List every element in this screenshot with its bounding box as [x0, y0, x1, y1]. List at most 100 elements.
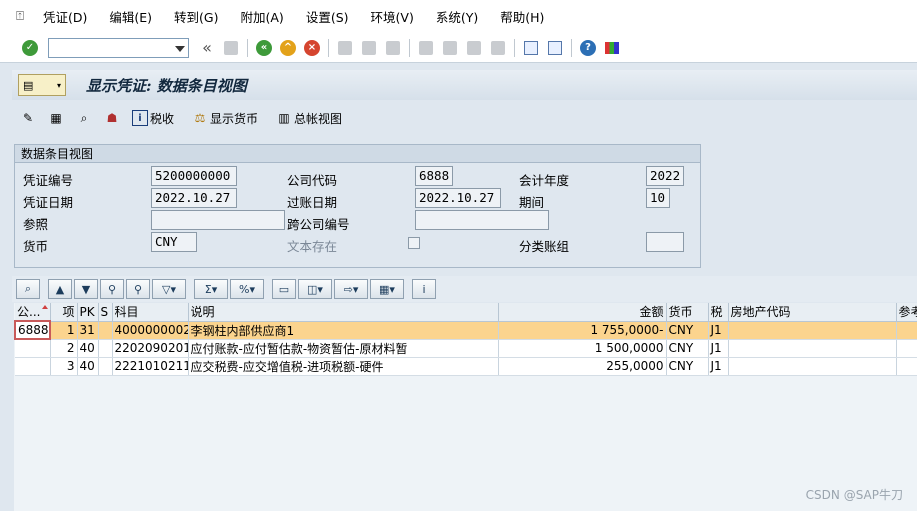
menu-edit[interactable]: 编辑(E)	[98, 7, 163, 26]
hat-button[interactable]: ☗	[104, 110, 122, 126]
chevron-down-icon[interactable]	[175, 45, 185, 52]
doc-no-field[interactable]: 5200000000	[151, 166, 237, 186]
cell-amount[interactable]: 1 755,0000-	[498, 321, 667, 340]
cell-tax[interactable]: J1	[708, 321, 729, 340]
find-icon[interactable]	[359, 38, 379, 58]
shortcut-icon[interactable]	[545, 38, 565, 58]
cell-account[interactable]: 4000000002	[112, 321, 189, 340]
col-description[interactable]: 说明	[188, 303, 499, 322]
cell-amount[interactable]: 1 500,0000	[498, 339, 667, 358]
posting-date-field[interactable]: 2022.10.27	[415, 188, 501, 208]
cell-reference[interactable]	[896, 321, 917, 340]
menu-help[interactable]: 帮助(H)	[489, 7, 555, 26]
nav-history-icon[interactable]: «	[197, 38, 217, 58]
col-reference[interactable]: 参考	[896, 303, 917, 322]
cell-company[interactable]	[15, 339, 51, 358]
period-field[interactable]: 10	[646, 188, 670, 208]
info-icon[interactable]: i	[412, 279, 436, 299]
col-item[interactable]: 项	[50, 303, 78, 322]
prev-page-icon[interactable]	[440, 38, 460, 58]
cell-reference[interactable]	[896, 357, 917, 376]
sum-icon[interactable]: Σ▾	[194, 279, 228, 299]
intercompany-field[interactable]	[415, 210, 549, 230]
cell-company[interactable]: 6888	[14, 320, 51, 340]
cell-reference[interactable]	[896, 339, 917, 358]
cell-pk[interactable]: 40	[77, 339, 99, 358]
cancel-icon[interactable]: ×	[302, 38, 322, 58]
cell-currency[interactable]: CNY	[666, 357, 709, 376]
sort-descending-icon[interactable]: ▼	[74, 279, 98, 299]
search-document-button[interactable]: ⌕	[76, 110, 94, 126]
cell-item[interactable]: 1	[50, 321, 78, 340]
cell-pk[interactable]: 40	[77, 357, 99, 376]
print-icon[interactable]: ▭	[272, 279, 296, 299]
cell-tax[interactable]: J1	[708, 357, 729, 376]
back-icon[interactable]: «	[254, 38, 274, 58]
customize-layout-icon[interactable]	[602, 38, 622, 58]
cell-s[interactable]	[98, 357, 113, 376]
display-currency-button[interactable]: ⚖ 显示货币	[192, 110, 258, 127]
table-row[interactable]: 6888 1 31 4000000002 李钢柱内部供应商1 1 755,000…	[14, 320, 917, 340]
col-real-estate[interactable]: 房地产代码	[728, 303, 897, 322]
col-account[interactable]: 科目	[112, 303, 189, 322]
cell-account[interactable]: 2202090201	[112, 339, 189, 358]
col-company[interactable]: 公...	[15, 303, 51, 322]
fiscal-year-field[interactable]: 2022	[646, 166, 684, 186]
detail-icon[interactable]: ⌕	[16, 279, 40, 299]
cell-item[interactable]: 3	[50, 357, 78, 376]
cell-currency[interactable]: CNY	[666, 339, 709, 358]
cell-amount[interactable]: 255,0000	[498, 357, 667, 376]
cell-currency[interactable]: CNY	[666, 321, 709, 340]
table-row[interactable]: 3 40 2221010211 应交税费-应交增值税-进项税额-硬件 255,0…	[15, 357, 917, 376]
cell-pk[interactable]: 31	[77, 321, 99, 340]
find-next-icon[interactable]	[383, 38, 403, 58]
col-pk[interactable]: PK	[77, 303, 99, 322]
cell-item[interactable]: 2	[50, 339, 78, 358]
tax-button[interactable]: i 税收	[132, 110, 174, 127]
menu-goto[interactable]: 转到(G)	[163, 7, 229, 26]
sort-ascending-icon[interactable]: ▲	[48, 279, 72, 299]
exit-icon[interactable]: ^	[278, 38, 298, 58]
new-session-icon[interactable]	[521, 38, 541, 58]
cell-s[interactable]	[98, 339, 113, 358]
find-next-icon[interactable]: ⚲	[126, 279, 150, 299]
ledger-group-field[interactable]	[646, 232, 684, 252]
cell-tax[interactable]: J1	[708, 339, 729, 358]
last-page-icon[interactable]	[488, 38, 508, 58]
menu-settings[interactable]: 设置(S)	[295, 7, 360, 26]
menu-document[interactable]: 凭证(D)	[32, 7, 98, 26]
help-icon[interactable]: ?	[578, 38, 598, 58]
cell-s[interactable]	[98, 321, 113, 340]
cell-account[interactable]: 2221010211	[112, 357, 189, 376]
doc-date-field[interactable]: 2022.10.27	[151, 188, 237, 208]
reference-field[interactable]	[151, 210, 285, 230]
table-row[interactable]: 2 40 2202090201 应付账款-应付暂估款-物资暂估-原材料暂 1 5…	[15, 339, 917, 358]
text-exists-checkbox[interactable]	[408, 237, 420, 249]
menu-extras[interactable]: 附加(A)	[230, 7, 295, 26]
cell-real-estate[interactable]	[728, 357, 897, 376]
command-field[interactable]	[48, 37, 189, 58]
col-s[interactable]: S	[98, 303, 113, 322]
currency-field[interactable]: CNY	[151, 232, 197, 252]
next-page-icon[interactable]	[464, 38, 484, 58]
cell-company[interactable]	[15, 357, 51, 376]
col-tax[interactable]: 税	[708, 303, 729, 322]
filter-icon[interactable]: ▽▾	[152, 279, 186, 299]
company-field[interactable]: 6888	[415, 166, 453, 186]
title-menu-button[interactable]: ▤ ▾	[18, 74, 66, 96]
cell-description[interactable]: 应交税费-应交增值税-进项税额-硬件	[188, 357, 499, 376]
export-icon[interactable]: ⇨▾	[334, 279, 368, 299]
col-amount[interactable]: 金额	[498, 303, 667, 322]
view-icon[interactable]: ◫▾	[298, 279, 332, 299]
layout-icon[interactable]: ▦▾	[370, 279, 404, 299]
cell-real-estate[interactable]	[728, 321, 897, 340]
cell-description[interactable]: 应付账款-应付暂估款-物资暂估-原材料暂	[188, 339, 499, 358]
col-currency[interactable]: 货币	[666, 303, 709, 322]
system-menu-icon[interactable]: ⍐	[8, 7, 32, 27]
enter-check-icon[interactable]: ✓	[20, 38, 40, 58]
save-icon[interactable]	[221, 38, 241, 58]
display-change-button[interactable]: ✎	[20, 110, 38, 126]
subtotal-icon[interactable]: %▾	[230, 279, 264, 299]
cell-description[interactable]: 李钢柱内部供应商1	[188, 321, 499, 340]
menu-system[interactable]: 系统(Y)	[425, 7, 489, 26]
